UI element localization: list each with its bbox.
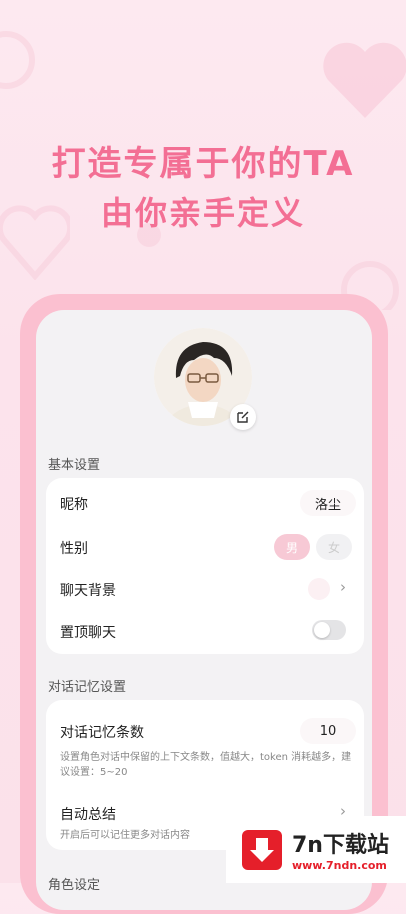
chat-background-preview [308,578,330,600]
basic-settings-card: 昵称 洛尘 性别 男 女 聊天背景 › 置顶聊天 [46,478,364,654]
watermark-url: www.7ndn.com [292,859,387,872]
chat-background-label[interactable]: 聊天背景 [60,580,116,600]
gender-label: 性别 [60,541,88,557]
heart-decoration-icon [0,31,35,89]
edit-avatar-icon[interactable] [230,404,256,430]
basic-settings-title: 基本设置 [48,458,101,473]
memory-count-label: 对话记忆条数 [60,725,144,741]
role-settings-title: 角色设定 [48,878,101,893]
heart-decoration-icon [323,42,406,118]
chevron-right-icon[interactable]: › [340,578,346,596]
gender-male-button[interactable]: 男 [274,534,310,560]
headline-line1: 打造专属于你的TA [51,144,355,184]
memory-count-field[interactable]: 10 [300,718,356,744]
watermark: 7n下载站 www.7ndn.com [226,816,406,883]
gender-female-button[interactable]: 女 [316,534,352,560]
pin-chat-label: 置顶聊天 [60,625,116,641]
headline-line2: 由你亲手定义 [100,194,305,232]
download-icon [242,829,282,870]
pin-chat-toggle[interactable] [312,620,346,640]
memory-count-hint: 设置角色对话中保留的上下文条数，值越大，token 消耗越多，建议设置：5~20 [60,752,352,778]
auto-summary-label[interactable]: 自动总结 [60,804,116,824]
memory-settings-title: 对话记忆设置 [48,680,127,695]
watermark-brand: 7n下载站 [292,833,389,858]
nickname-field[interactable]: 洛尘 [300,490,356,516]
nickname-label: 昵称 [60,497,88,513]
